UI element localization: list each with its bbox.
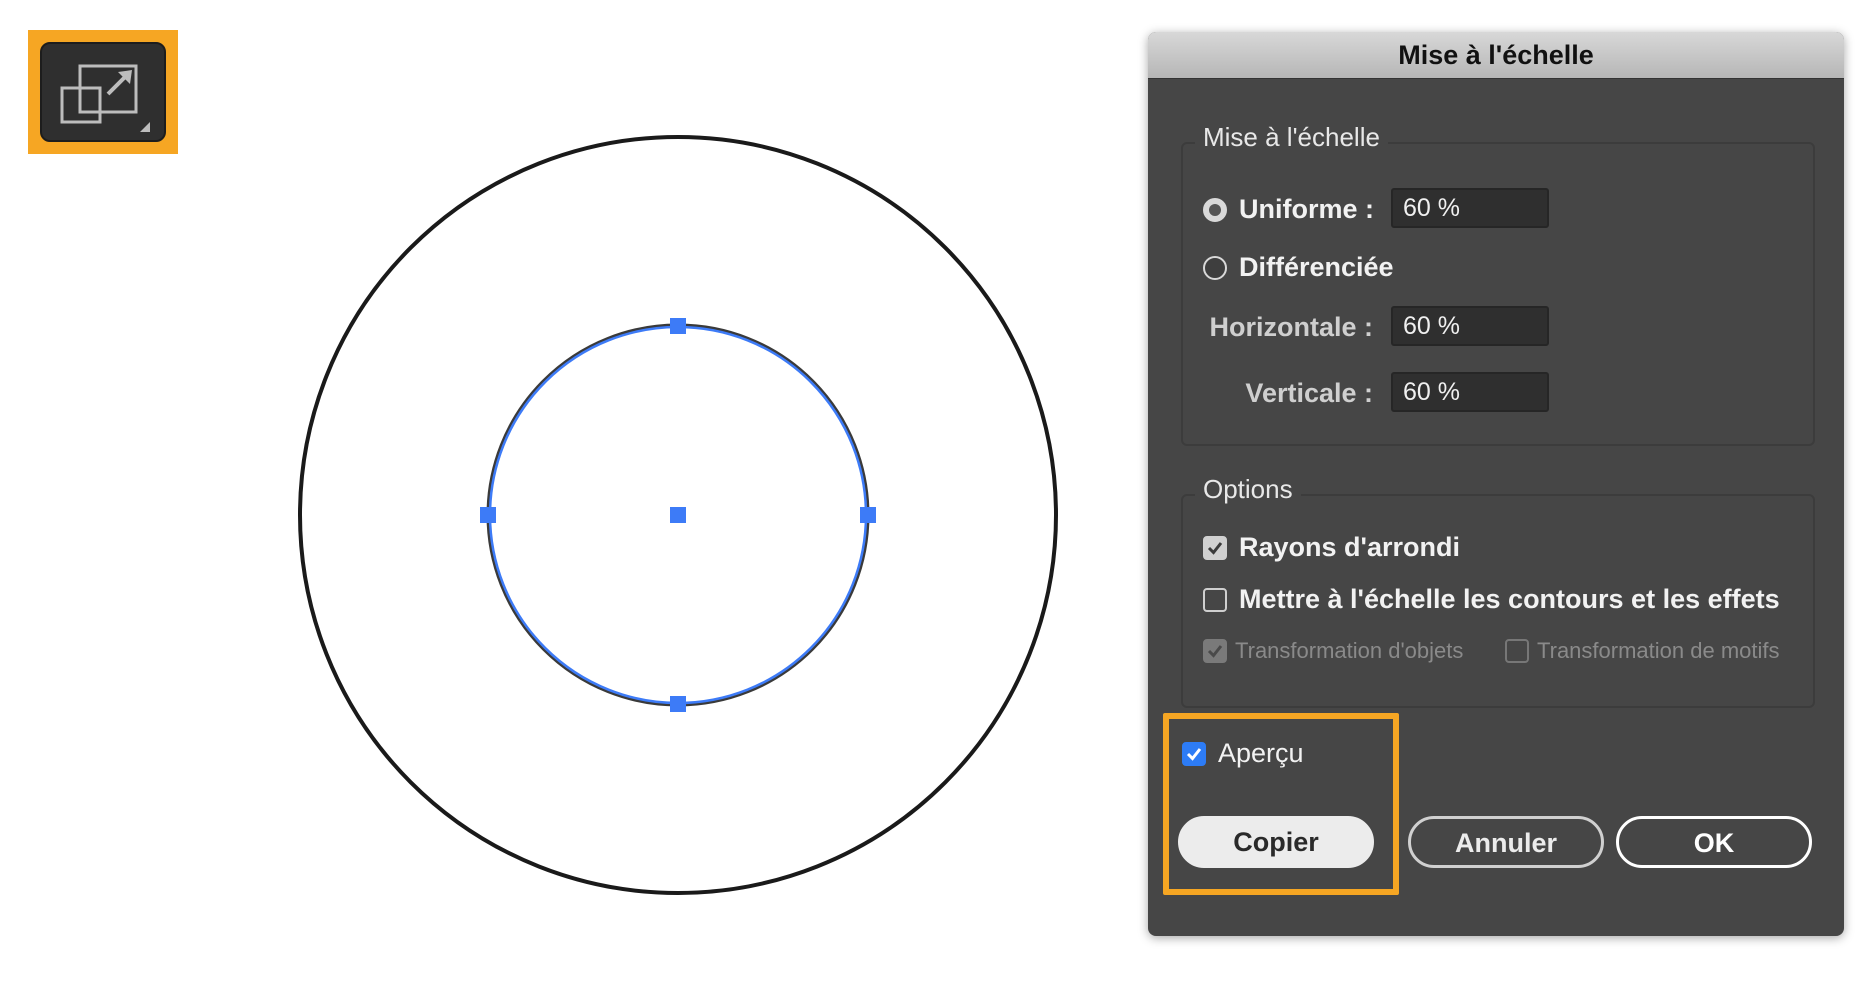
preview-copy-highlight	[1163, 713, 1399, 895]
checkmark-icon	[1207, 645, 1223, 658]
transform-patterns-checkbox	[1505, 639, 1529, 663]
anchor-handle-right	[860, 507, 876, 523]
non-uniform-option[interactable]: Différenciée	[1203, 252, 1394, 283]
anchor-handle-left	[480, 507, 496, 523]
uniform-value-field[interactable]: 60 %	[1391, 188, 1549, 228]
center-point	[670, 507, 686, 523]
uniform-radio[interactable]	[1203, 197, 1227, 222]
non-uniform-label: Différenciée	[1239, 252, 1394, 282]
checkmark-icon	[1207, 541, 1223, 555]
scale-strokes-checkbox[interactable]	[1203, 587, 1227, 612]
corner-radii-checkbox[interactable]	[1203, 535, 1227, 560]
corner-radii-option[interactable]: Rayons d'arrondi	[1203, 532, 1460, 563]
vertical-value-field[interactable]: 60 %	[1391, 372, 1549, 412]
anchor-handle-bottom	[670, 696, 686, 712]
vertical-label: Verticale :	[1245, 378, 1373, 408]
scale-strokes-option[interactable]: Mettre à l'échelle les contours et les e…	[1203, 584, 1780, 615]
transform-objects-label: Transformation d'objets	[1235, 638, 1464, 663]
horizontal-value-field[interactable]: 60 %	[1391, 306, 1549, 346]
horizontal-row: Horizontale :	[1203, 312, 1373, 343]
non-uniform-radio[interactable]	[1203, 255, 1227, 280]
horizontal-label: Horizontale :	[1209, 312, 1373, 342]
transform-patterns-label: Transformation de motifs	[1537, 638, 1780, 663]
options-group: Options Rayons d'arrondi Mettre à l'éche…	[1181, 474, 1815, 708]
vertical-row: Verticale :	[1203, 378, 1373, 409]
cancel-button[interactable]: Annuler	[1408, 816, 1604, 868]
transform-patterns-option: Transformation de motifs	[1505, 638, 1780, 664]
ok-button[interactable]: OK	[1616, 816, 1812, 868]
transform-objects-checkbox	[1203, 639, 1227, 663]
options-group-title: Options	[1195, 474, 1301, 505]
transform-objects-option: Transformation d'objets	[1203, 638, 1463, 664]
scale-group: Mise à l'échelle Uniforme : 60 % Différe…	[1181, 122, 1815, 446]
corner-radii-label: Rayons d'arrondi	[1239, 532, 1460, 562]
uniform-option[interactable]: Uniforme :	[1203, 194, 1374, 225]
dialog-title: Mise à l'échelle	[1148, 32, 1844, 79]
anchor-handle-top	[670, 318, 686, 334]
artboard	[298, 135, 1058, 895]
scale-strokes-label: Mettre à l'échelle les contours et les e…	[1239, 584, 1780, 614]
scale-group-title: Mise à l'échelle	[1195, 122, 1388, 153]
uniform-label: Uniforme :	[1239, 194, 1374, 224]
